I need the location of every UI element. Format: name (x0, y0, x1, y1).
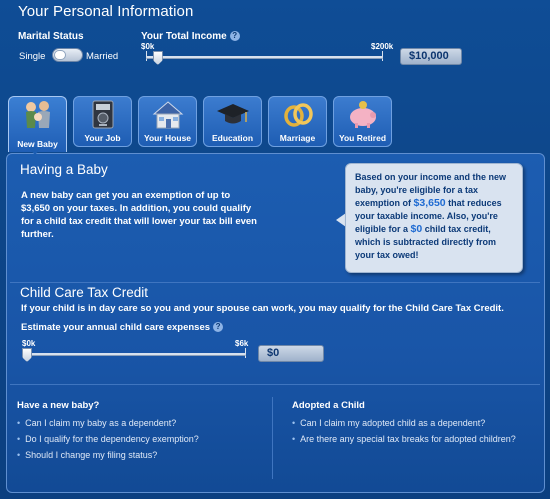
bullet-icon: • (17, 450, 21, 460)
tab-you-retired[interactable]: You Retired (333, 96, 392, 147)
income-value-field[interactable]: $10,000 (400, 48, 462, 65)
faq-link[interactable]: • Are there any special tax breaks for ad… (292, 433, 532, 445)
tab-marriage[interactable]: Marriage (268, 96, 327, 147)
faq-link-text[interactable]: Are there any special tax breaks for ado… (300, 433, 516, 445)
faq-link[interactable]: • Can I claim my adopted child as a depen… (292, 417, 532, 429)
bullet-icon: • (17, 434, 21, 444)
expenses-label-text: Estimate your annual child care expenses (21, 322, 211, 333)
faq-link-text[interactable]: Do I qualify for the dependency exemptio… (25, 433, 199, 445)
baby-description: A new baby can get you an exemption of u… (21, 190, 257, 240)
marital-status-label-text: Marital Status (18, 31, 84, 42)
bullet-icon: • (292, 418, 296, 428)
house-icon (152, 101, 183, 129)
tab-label: You Retired (338, 133, 387, 143)
faq-divider (10, 384, 540, 385)
expenses-value-field[interactable]: $0 (258, 345, 324, 362)
expenses-slider-track[interactable] (27, 353, 246, 356)
faq-link-text[interactable]: Can I claim my baby as a dependent? (25, 417, 176, 429)
toggle-knob[interactable] (54, 50, 66, 60)
wedding-rings-icon (283, 103, 313, 127)
eligibility-callout: Based on your income and the new baby, y… (345, 163, 523, 273)
tab-label: Education (211, 133, 254, 143)
expenses-label: Estimate your annual child care expenses… (21, 322, 224, 333)
callout-exemption-amount: $3,650 (413, 197, 446, 209)
toggle-option-single[interactable]: Single (19, 51, 45, 62)
section-divider (10, 282, 540, 283)
callout-credit-amount: $0 (410, 223, 423, 235)
tab-new-baby[interactable]: New Baby (8, 96, 67, 152)
expenses-min-label: $0k (22, 339, 36, 348)
section-title-having-a-baby: Having a Baby (20, 162, 108, 177)
tab-label: Your House (143, 133, 192, 143)
bullet-icon: • (292, 434, 296, 444)
faq-link-text[interactable]: Should I change my filing status? (25, 449, 157, 461)
income-slider-track[interactable] (146, 56, 383, 59)
faq-column-separator (272, 397, 273, 479)
income-label: Your Total Income? (141, 31, 240, 42)
graduation-cap-icon (216, 104, 249, 124)
piggy-bank-icon (349, 101, 376, 128)
tab-label: Your Job (84, 133, 121, 143)
faq-adopted-child: Adopted a Child • Can I claim my adopted … (292, 400, 532, 449)
faq-link[interactable]: • Can I claim my baby as a dependent? (17, 417, 267, 429)
income-min-label: $0k (141, 42, 155, 51)
tab-label: Marriage (279, 133, 316, 143)
faq-title: Adopted a Child (292, 400, 365, 411)
new-baby-icon (25, 101, 50, 128)
toggle-option-married[interactable]: Married (86, 51, 118, 62)
job-icon (92, 100, 113, 129)
help-icon[interactable]: ? (229, 31, 240, 41)
help-icon[interactable]: ? (213, 322, 224, 332)
tab-your-job[interactable]: Your Job (73, 96, 132, 147)
faq-new-baby: Have a new baby? • Can I claim my baby as… (17, 400, 267, 465)
faq-link[interactable]: • Do I qualify for the dependency exempti… (17, 433, 267, 445)
tab-education[interactable]: Education (203, 96, 262, 147)
marital-status-label: Marital Status (18, 31, 84, 42)
income-label-text: Your Total Income (141, 31, 227, 42)
income-slider-thumb[interactable] (152, 51, 163, 65)
child-care-description: If your child is in day care so you and … (21, 303, 504, 314)
faq-link[interactable]: • Should I change my filing status? (17, 449, 267, 461)
marital-status-toggle[interactable] (52, 48, 83, 62)
faq-link-text[interactable]: Can I claim my adopted child as a depend… (300, 417, 485, 429)
income-max-label: $200k (371, 42, 394, 51)
bullet-icon: • (17, 418, 21, 428)
section-title-child-care: Child Care Tax Credit (20, 285, 149, 300)
page-title: Your Personal Information (18, 3, 194, 20)
faq-title: Have a new baby? (17, 400, 100, 411)
tab-your-house[interactable]: Your House (138, 96, 197, 147)
expenses-max-label: $6k (235, 339, 249, 348)
